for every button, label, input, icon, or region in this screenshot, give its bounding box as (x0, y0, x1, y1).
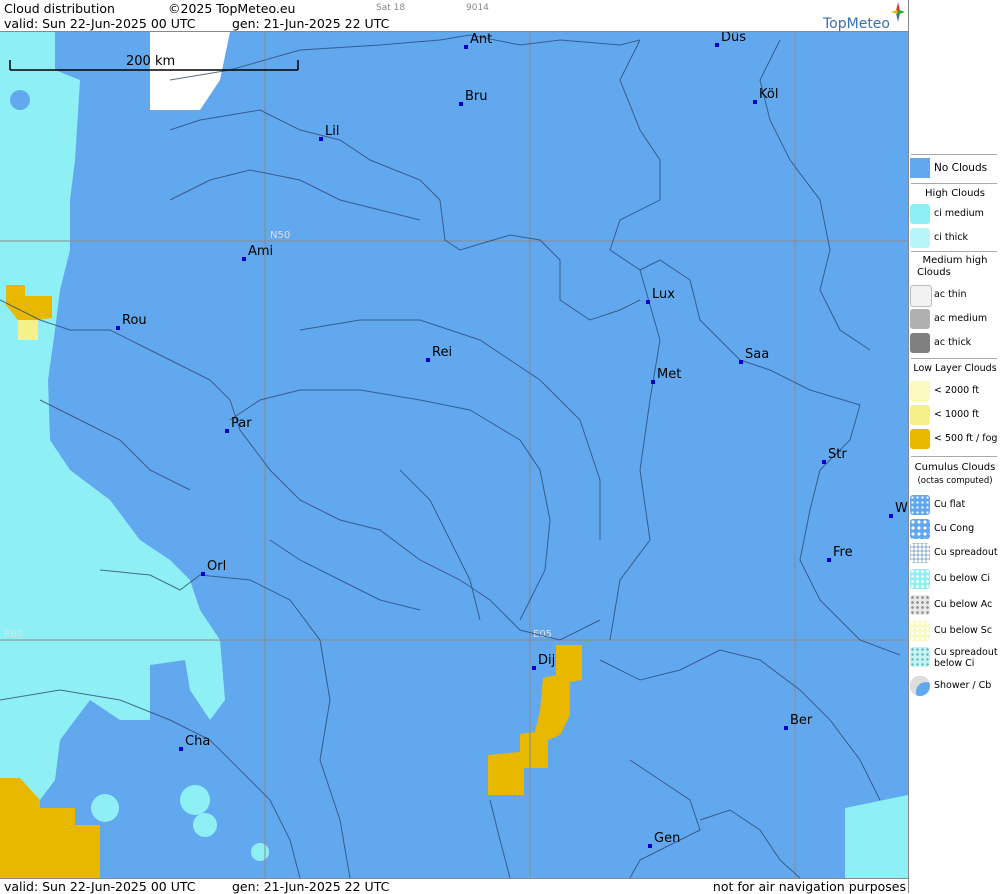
city-label: Lux (652, 287, 675, 302)
city-markers: Ant Düs Bru Köl Lil Ami Rou Lux Rei Saa Met Par Str W… (116, 32, 908, 848)
city-label: Rou (122, 313, 147, 328)
code-label: 9014 (466, 3, 489, 13)
city-label: Cha (185, 734, 210, 749)
city-label: Ami (248, 244, 273, 259)
grid-label-e05: E05 (533, 629, 552, 640)
sat-label: Sat 18 (376, 3, 406, 13)
legend-ac-thick: ac thick (909, 332, 1000, 354)
ci-region-topright (150, 32, 230, 110)
map-svg: N50 E00 E05 200 km Ant DüsBru KölLilAmiR… (0, 32, 908, 878)
city-dot (753, 100, 757, 104)
legend-cu-below-ac: Cu below Ac (909, 594, 1000, 616)
city-dot (225, 429, 229, 433)
city-dot (822, 460, 826, 464)
legend-ci-thick: ci thick (909, 227, 1000, 249)
legend-low-500: < 500 ft / fog (909, 428, 1000, 450)
city-dot (715, 43, 719, 47)
grid-label-n50: N50 (270, 230, 290, 241)
legend-cu-below-ci: Cu below Ci (909, 568, 1000, 590)
footer-disclaimer: not for air navigation purposes (712, 879, 906, 894)
legend-cu-heading: Cumulus Clouds (914, 462, 996, 473)
city-dot (319, 137, 323, 141)
city-label: Ant (470, 32, 492, 47)
city-dot (532, 666, 536, 670)
no-clouds-swatch (910, 158, 930, 178)
brand-logo-text: TopMeteo (823, 16, 890, 32)
city-dot (739, 360, 743, 364)
city-dot (646, 300, 650, 304)
legend-panel: No Clouds High Clouds ci medium ci thick… (908, 0, 1000, 893)
city-dot (426, 358, 430, 362)
ci-region-west (0, 32, 225, 800)
scale-label: 200 km (126, 54, 175, 69)
valid-time: valid: Sun 22-Jun-2025 00 UTC (4, 16, 196, 31)
copyright: ©2025 TopMeteo.eu (168, 1, 296, 16)
legend-low-1000: < 1000 ft (909, 404, 1000, 426)
city-label: Dij (538, 653, 555, 668)
city-dot (116, 326, 120, 330)
cloud-map[interactable]: N50 E00 E05 200 km Ant Düs Bru Köl Lil A… (0, 32, 908, 878)
city-dot (889, 514, 893, 518)
legend-cu-flat: Cu flat (909, 494, 1000, 516)
city-dot (459, 102, 463, 106)
legend-ac-thin: ac thin (909, 284, 1000, 307)
city-label: Bru (465, 89, 488, 104)
city-label: W (895, 501, 908, 516)
city-label: Lil (325, 124, 339, 139)
footer-bar: valid: Sun 22-Jun-2025 00 UTC gen: 21-Ju… (0, 878, 908, 894)
city-label: Gen (654, 831, 680, 846)
legend-cu-cong: Cu Cong (909, 518, 1000, 540)
city-dot (201, 572, 205, 576)
legend-shower-cb: Shower / Cb (909, 675, 1000, 697)
city-dot (242, 257, 246, 261)
city-label: Str (828, 447, 847, 462)
city-label: Orl (207, 559, 226, 574)
legend-cu-spread-ci: Cu spreadout below Ci (909, 646, 1000, 672)
city-dot (464, 45, 468, 49)
legend-ac-medium: ac medium (909, 308, 1000, 330)
city-label: Fre (833, 545, 853, 560)
legend-cu-spread: Cu spreadout (909, 542, 1000, 564)
header-bar: Cloud distribution ©2025 TopMeteo.eu Sat… (0, 0, 908, 32)
legend-cu-below-sc: Cu below Sc (909, 620, 1000, 642)
gen-time: gen: 21-Jun-2025 22 UTC (232, 16, 390, 31)
footer-gen-time: gen: 21-Jun-2025 22 UTC (232, 879, 390, 894)
legend-high-heading: High Clouds (925, 188, 985, 199)
legend-medium-heading: Medium high (922, 255, 988, 266)
city-label: Ber (790, 713, 813, 728)
chart-title: Cloud distribution (4, 1, 115, 16)
city-dot (784, 726, 788, 730)
ci-region-southeast (845, 795, 908, 878)
legend-low-heading: Low Layer Clouds (913, 363, 997, 374)
fog-region-southwest (0, 778, 100, 878)
legend-low-2000: < 2000 ft (909, 380, 1000, 402)
compass-logo-icon (891, 2, 905, 22)
legend-ci-medium: ci medium (909, 203, 1000, 225)
city-label: Saa (745, 347, 769, 362)
legend-no-clouds: No Clouds (909, 157, 1000, 179)
footer-valid-time: valid: Sun 22-Jun-2025 00 UTC (4, 879, 196, 894)
grid-label-e00: E00 (4, 629, 23, 640)
city-label: Par (231, 416, 252, 431)
city-label: Rei (432, 345, 452, 360)
lat-lon-grid (0, 32, 908, 878)
city-label: Köl (759, 87, 778, 102)
city-label: Düs (721, 32, 746, 45)
city-label: Met (657, 367, 681, 382)
city-dot (648, 844, 652, 848)
rivers-borders (0, 34, 901, 878)
city-dot (651, 380, 655, 384)
city-dot (827, 558, 831, 562)
city-dot (179, 747, 183, 751)
